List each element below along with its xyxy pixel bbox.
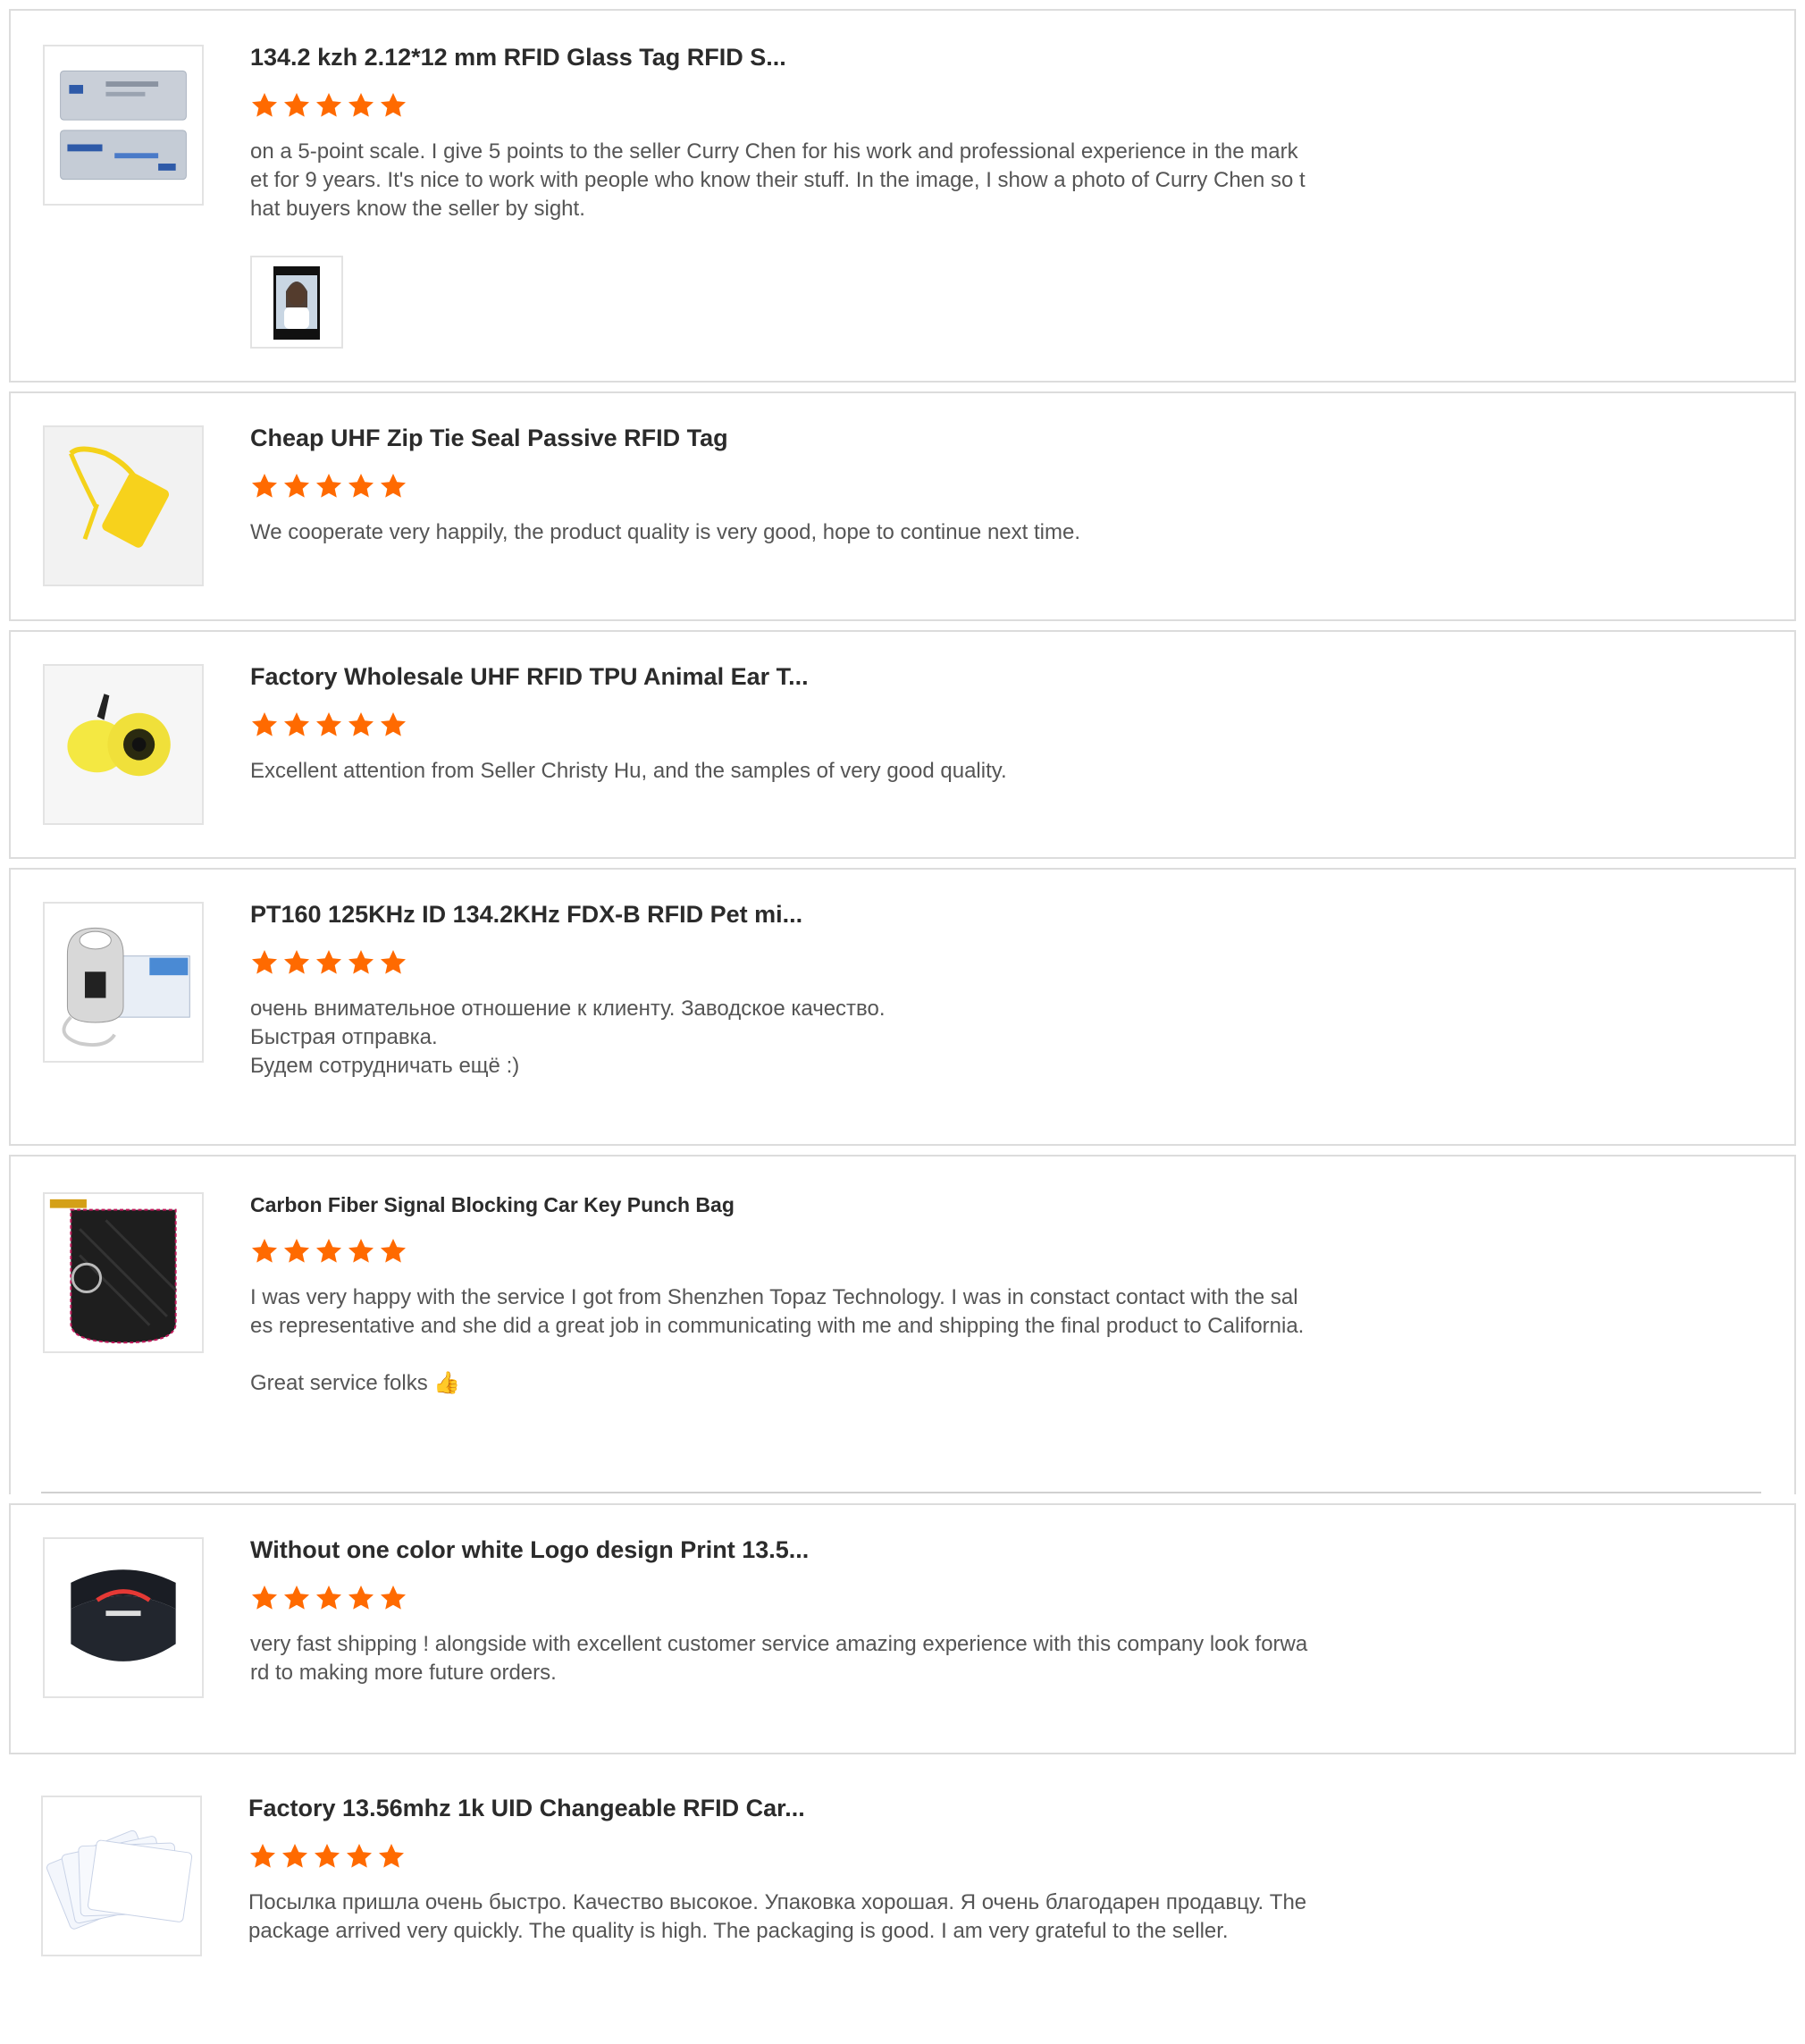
star-icon — [316, 1239, 341, 1263]
glass-tag-package-icon[interactable] — [43, 45, 204, 206]
rating-stars — [250, 1584, 407, 1614]
product-title[interactable]: Cheap UHF Zip Tie Seal Passive RFID Tag — [250, 422, 1322, 454]
rating-stars — [250, 472, 407, 502]
review-text: Посылка пришла очень быстро. Качество вы… — [248, 1890, 1307, 1943]
star-icon — [379, 1844, 404, 1868]
product-title[interactable]: PT160 125KHz ID 134.2KHz FDX-B RFID Pet … — [250, 898, 1322, 930]
star-icon — [381, 1586, 406, 1610]
star-icon — [381, 93, 406, 117]
star-icon — [316, 93, 341, 117]
review-card: 134.2 kzh 2.12*12 mm RFID Glass Tag RFID… — [9, 9, 1796, 383]
review-card: Without one color white Logo design Prin… — [9, 1503, 1796, 1754]
key-pouch-icon[interactable] — [43, 1192, 204, 1353]
star-icon — [315, 1844, 340, 1868]
star-icon — [348, 1586, 374, 1610]
star-icon — [284, 1586, 309, 1610]
star-icon — [381, 712, 406, 736]
star-icon — [316, 712, 341, 736]
product-title[interactable]: Factory 13.56mhz 1k UID Changeable RFID … — [248, 1792, 1321, 1824]
seller-photo-icon[interactable] — [250, 256, 343, 349]
star-icon — [348, 93, 374, 117]
star-icon — [282, 1844, 307, 1868]
star-icon — [252, 1586, 277, 1610]
star-icon — [381, 474, 406, 498]
star-icon — [252, 712, 277, 736]
review-text: I was very happy with the service I got … — [250, 1285, 1305, 1395]
star-icon — [252, 474, 277, 498]
star-icon — [347, 1844, 372, 1868]
product-title[interactable]: Factory Wholesale UHF RFID TPU Animal Ea… — [250, 660, 1322, 693]
star-icon — [348, 712, 374, 736]
zip-tie-tag-icon[interactable] — [43, 425, 204, 586]
star-icon — [284, 950, 309, 974]
product-title[interactable]: Carbon Fiber Signal Blocking Car Key Pun… — [250, 1189, 1322, 1221]
star-icon — [348, 1239, 374, 1263]
divider — [41, 1492, 1761, 1493]
star-icon — [252, 950, 277, 974]
product-title[interactable]: Without one color white Logo design Prin… — [250, 1534, 1322, 1566]
review-text: We cooperate very happily, the product q… — [250, 520, 1080, 544]
review-card: PT160 125KHz ID 134.2KHz FDX-B RFID Pet … — [9, 868, 1796, 1146]
product-title[interactable]: 134.2 kzh 2.12*12 mm RFID Glass Tag RFID… — [250, 41, 1322, 73]
review-text: очень внимательное отношение к клиенту. … — [250, 997, 886, 1078]
star-icon — [348, 950, 374, 974]
rating-stars — [250, 948, 407, 979]
rating-stars — [250, 1237, 407, 1267]
rating-stars — [250, 91, 407, 122]
star-icon — [284, 712, 309, 736]
rating-stars — [250, 711, 407, 741]
star-icon — [284, 1239, 309, 1263]
review-card: Cheap UHF Zip Tie Seal Passive RFID Tag … — [9, 391, 1796, 621]
review-text: very fast shipping ! alongside with exce… — [250, 1632, 1308, 1685]
star-icon — [284, 474, 309, 498]
wristband-icon[interactable] — [43, 1537, 204, 1698]
star-icon — [316, 1586, 341, 1610]
star-icon — [316, 950, 341, 974]
star-icon — [316, 474, 341, 498]
star-icon — [250, 1844, 275, 1868]
review-text: Excellent attention from Seller Christy … — [250, 759, 1007, 783]
star-icon — [252, 1239, 277, 1263]
ear-tag-icon[interactable] — [43, 664, 204, 825]
star-icon — [348, 474, 374, 498]
star-icon — [381, 950, 406, 974]
review-card: Factory 13.56mhz 1k UID Changeable RFID … — [9, 1763, 1796, 2023]
star-icon — [252, 93, 277, 117]
pet-scanner-icon[interactable] — [43, 902, 204, 1063]
rating-stars — [248, 1842, 406, 1872]
review-text: on a 5-point scale. I give 5 points to t… — [250, 139, 1305, 221]
review-card: Factory Wholesale UHF RFID TPU Animal Ea… — [9, 630, 1796, 859]
star-icon — [381, 1239, 406, 1263]
review-card: Carbon Fiber Signal Blocking Car Key Pun… — [9, 1155, 1796, 1494]
star-icon — [284, 93, 309, 117]
white-cards-icon[interactable] — [41, 1796, 202, 1956]
